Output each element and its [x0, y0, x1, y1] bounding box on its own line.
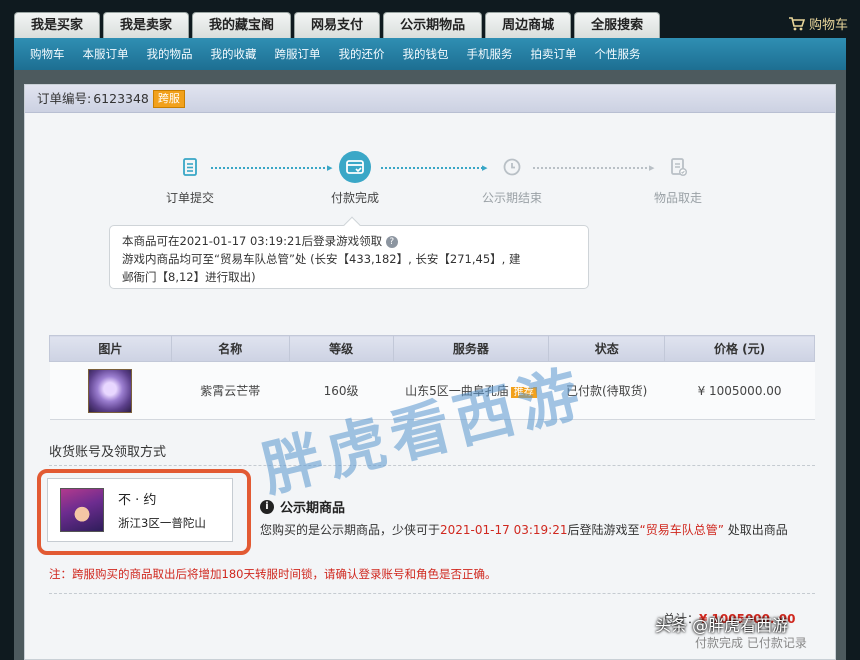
- cart-link[interactable]: 购物车: [788, 14, 848, 33]
- tab-my-treasure[interactable]: 我的藏宝阁: [192, 12, 292, 38]
- tab-netease-pay[interactable]: 网易支付: [294, 12, 381, 38]
- top-bar: 我是买家 我是卖家 我的藏宝阁 网易支付 公示期物品 周边商城 全服搜索 购物车: [0, 0, 860, 38]
- avatar: [60, 488, 104, 532]
- main-panel: 订单编号: 6123348 跨服 ▸ ▸ ▸ 订单提交 付款完成 公示期结束 物…: [14, 70, 846, 660]
- tab-server-search[interactable]: 全服搜索: [574, 12, 661, 38]
- item-image[interactable]: [88, 368, 133, 413]
- pickup-tooltip: 本商品可在2021-01-17 03:19:21后登录游戏领取 ? 游戏内商品均…: [109, 216, 589, 289]
- corner-watermark: 头条 @胖虎看西游: [655, 616, 789, 635]
- account-name: 不 · 约: [118, 493, 157, 508]
- order-header: 订单编号: 6123348 跨服: [25, 85, 835, 113]
- nav-cart[interactable]: 购物车: [30, 46, 65, 62]
- step-label: 物品取走: [653, 191, 702, 205]
- col-name: 名称: [170, 335, 290, 362]
- divider: [49, 593, 815, 594]
- col-level: 等级: [288, 335, 394, 362]
- notice-npc: “贸易车队总管”: [639, 523, 724, 537]
- tab-public-items[interactable]: 公示期物品: [383, 12, 483, 38]
- nav-mobile-service[interactable]: 手机服务: [467, 46, 513, 62]
- order-card: 订单编号: 6123348 跨服 ▸ ▸ ▸ 订单提交 付款完成 公示期结束 物…: [24, 84, 836, 660]
- account-server: 浙江3区一普陀山: [118, 516, 206, 530]
- cross-server-warning: 注：跨服购买的商品取出后将增加180天转服时间锁，请确认登录账号和角色是否正确。: [49, 567, 497, 581]
- notice-date: 2021-01-17 03:19:21: [440, 523, 568, 537]
- nav-cross-orders[interactable]: 跨服订单: [275, 46, 321, 62]
- tab-mall[interactable]: 周边商城: [485, 12, 572, 38]
- notice-middle: 后登陆游戏至: [567, 523, 640, 537]
- sub-nav: 购物车 本服订单 我的物品 我的收藏 跨服订单 我的还价 我的钱包 手机服务 拍…: [14, 38, 846, 70]
- order-number: 6123348: [93, 90, 149, 106]
- cross-server-badge: 跨服: [152, 89, 185, 108]
- tab-seller[interactable]: 我是卖家: [103, 12, 190, 38]
- nav-counter-offers[interactable]: 我的还价: [339, 46, 385, 62]
- pickup-icon: [671, 158, 688, 177]
- item-price: ¥ 1005000.00: [664, 361, 815, 420]
- notice-suffix: 处取出商品: [723, 523, 788, 537]
- cart-label: 购物车: [808, 18, 848, 33]
- help-icon[interactable]: ?: [385, 235, 398, 248]
- cart-icon: [788, 16, 805, 30]
- step-label: 订单提交: [165, 191, 214, 205]
- nav-my-items[interactable]: 我的物品: [147, 46, 193, 62]
- tooltip-line-1: 本商品可在2021-01-17 03:19:21后登录游戏领取: [122, 234, 383, 248]
- nav-auction-orders[interactable]: 拍卖订单: [531, 46, 577, 62]
- step-label: 公示期结束: [481, 191, 542, 205]
- nav-wallet[interactable]: 我的钱包: [403, 46, 449, 62]
- notice-prefix: 您购买的是公示期商品，少侠可于: [260, 523, 441, 537]
- col-price: 价格 (元): [664, 335, 815, 362]
- tab-buyer[interactable]: 我是买家: [14, 12, 101, 38]
- nav-favorites[interactable]: 我的收藏: [211, 46, 257, 62]
- payment-icon: [346, 160, 364, 174]
- nav-server-orders[interactable]: 本服订单: [83, 46, 129, 62]
- step-public-period-ended: 公示期结束: [467, 151, 557, 206]
- step-order-submitted: 订单提交: [145, 151, 235, 206]
- step-item-picked-up: 物品取走: [633, 151, 723, 206]
- clock-icon: [503, 158, 521, 176]
- table-header-row: 图片 名称 等级 服务器 状态 价格 (元): [49, 335, 815, 362]
- account-section-title: 收货账号及领取方式: [49, 445, 167, 460]
- top-tabs: 我是买家 我是卖家 我的藏宝阁 网易支付 公示期物品 周边商城 全服搜索: [14, 12, 661, 38]
- col-image: 图片: [49, 335, 172, 362]
- nav-custom-service[interactable]: 个性服务: [595, 46, 641, 62]
- tooltip-line-2: 游戏内商品均可至“贸易车队总管”处 (长安【433,182】, 长安【271,4…: [122, 252, 521, 266]
- step-label: 付款完成: [330, 191, 379, 205]
- item-name: 紫霄云芒帯: [171, 361, 290, 420]
- account-card: 不 · 约 浙江3区一普陀山: [47, 478, 233, 542]
- payment-status-line: 付款完成 已付款记录: [695, 636, 807, 650]
- order-number-label: 订单编号:: [37, 90, 92, 106]
- tooltip-line-3: 邺衙门【8,12】进行取出): [122, 270, 256, 284]
- form-icon: [183, 158, 197, 176]
- step-payment-completed: 付款完成: [310, 151, 400, 206]
- public-notice-text: 您购买的是公示期商品，少侠可于2021-01-17 03:19:21后登陆游戏至…: [260, 521, 788, 538]
